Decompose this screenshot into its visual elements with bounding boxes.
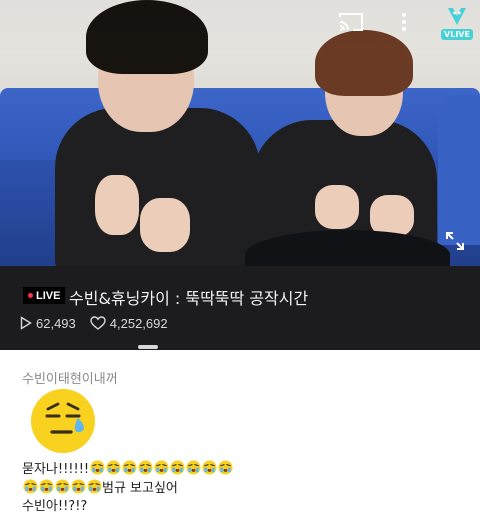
- live-dot-icon: [28, 293, 33, 298]
- more-vertical-icon[interactable]: [394, 10, 414, 34]
- crying-emoji-icon: [39, 479, 54, 494]
- broadcast-stats: 62,493 4,252,692: [20, 314, 182, 332]
- emoji-row: [22, 479, 102, 494]
- hearts-stat: 4,252,692: [90, 316, 168, 331]
- broadcast-title: 수빈&휴닝카이 : 뚝딱뚝딱 공작시간: [69, 289, 309, 308]
- views-stat: 62,493: [20, 316, 76, 331]
- crying-emoji-icon: [71, 479, 86, 494]
- chat-username[interactable]: 수빈이태현이내꺼: [22, 368, 118, 387]
- cast-icon[interactable]: [336, 10, 366, 34]
- vlive-badge: VLIVE: [441, 29, 473, 40]
- video-player[interactable]: VLIVE: [0, 0, 480, 266]
- chat-list[interactable]: 수빈이태현이내꺼 묻자나!!!!!! 범규 보고싶어 수빈아!!?!?: [0, 358, 480, 515]
- vlive-logo: VLIVE: [440, 4, 474, 42]
- scroll-indicator: [138, 345, 158, 349]
- crying-emoji-icon: [138, 460, 153, 475]
- heart-icon: [90, 316, 106, 330]
- crying-emoji-icon: [23, 479, 38, 494]
- crying-emoji-icon: [218, 460, 233, 475]
- crying-emoji-icon: [106, 460, 121, 475]
- fullscreen-icon[interactable]: [444, 230, 466, 252]
- play-icon: [20, 316, 32, 330]
- emoji-row: [89, 460, 233, 475]
- crying-emoji-icon: [202, 460, 217, 475]
- crying-emoji-icon: [90, 460, 105, 475]
- broadcast-info-panel: LIVE 수빈&휴닝카이 : 뚝딱뚝딱 공작시간 62,493 4,252,69…: [0, 266, 480, 350]
- crying-emoji-icon: [87, 479, 102, 494]
- crying-emoji-icon: [154, 460, 169, 475]
- crying-emoji-icon: [55, 479, 70, 494]
- hearts-count: 4,252,692: [109, 315, 168, 331]
- crying-emoji-icon: [170, 460, 185, 475]
- live-badge: LIVE: [23, 287, 66, 304]
- chat-message-line-3: 수빈아!!?!?: [22, 499, 88, 514]
- crying-emoji-icon: [186, 460, 201, 475]
- live-label: LIVE: [36, 289, 61, 302]
- chat-message-line-2: 범규 보고싶어: [22, 477, 178, 496]
- chat-message-line-1: 묻자나!!!!!!: [22, 458, 233, 477]
- crying-emoji-icon: [122, 460, 137, 475]
- sweat-emoji-icon: [31, 389, 95, 453]
- views-count: 62,493: [36, 315, 76, 331]
